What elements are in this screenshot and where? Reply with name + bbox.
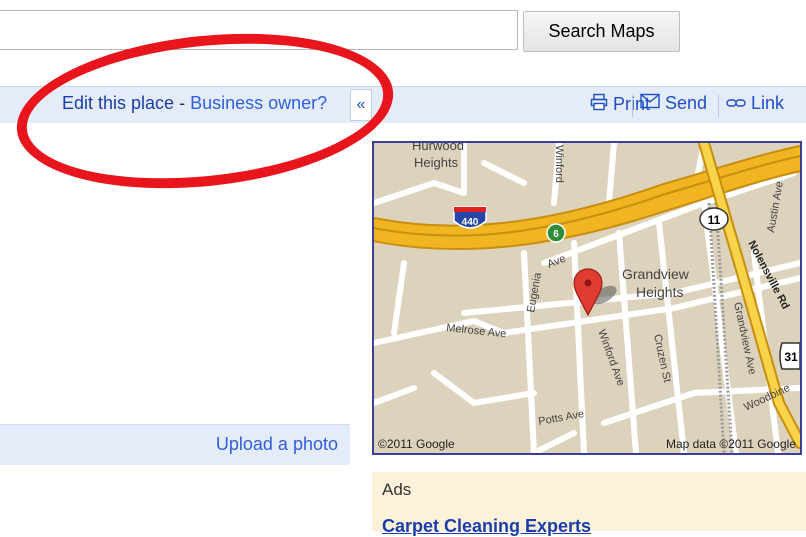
toolbar-divider: [632, 95, 633, 117]
svg-text:Hurwood: Hurwood: [412, 143, 464, 153]
svg-text:11: 11: [708, 213, 721, 227]
place-toolbar: Edit this place - Business owner? « Prin…: [0, 86, 806, 123]
svg-text:Winford: Winford: [553, 145, 565, 183]
chain-link-icon: [726, 93, 746, 114]
link-label: Link: [751, 93, 785, 113]
map-view[interactable]: 440 6 11 31 Hurwood Heights Winford Aust…: [372, 141, 802, 455]
printer-icon: [590, 93, 608, 116]
separator-text: -: [174, 93, 191, 113]
interstate-440-shield: 440: [453, 206, 487, 229]
route-6-shield: 6: [546, 223, 566, 243]
link-button[interactable]: Link: [726, 93, 784, 114]
svg-text:440: 440: [462, 217, 479, 228]
collapse-panel-button[interactable]: «: [350, 89, 372, 121]
map-data-attribution: Map data ©2011 Google: [666, 437, 796, 451]
send-label: Send: [665, 93, 708, 113]
search-maps-button[interactable]: Search Maps: [523, 11, 680, 52]
svg-text:Heights: Heights: [636, 284, 683, 300]
edit-place-group: Edit this place - Business owner?: [62, 93, 327, 114]
toolbar-divider: [718, 95, 719, 117]
ads-label: Ads: [382, 480, 412, 499]
svg-text:31: 31: [784, 350, 798, 364]
send-button[interactable]: Send: [640, 93, 707, 114]
search-input[interactable]: [0, 10, 518, 50]
svg-text:Heights: Heights: [414, 155, 459, 170]
svg-text:Grandview: Grandview: [622, 266, 690, 282]
upload-photo-link[interactable]: Upload a photo: [216, 434, 338, 455]
edit-place-link[interactable]: Edit this place: [62, 93, 174, 113]
ad-title-link[interactable]: Carpet Cleaning Experts: [382, 516, 591, 537]
svg-text:6: 6: [553, 229, 559, 240]
route-11-shield: 11: [699, 207, 729, 231]
envelope-icon: [640, 93, 660, 114]
map-copyright: ©2011 Google: [378, 437, 455, 451]
route-31-shield: 31: [779, 342, 800, 370]
ads-panel: Ads Carpet Cleaning Experts: [372, 472, 806, 536]
upload-photo-bar: Upload a photo: [0, 424, 350, 465]
business-owner-link[interactable]: Business owner?: [190, 93, 327, 113]
